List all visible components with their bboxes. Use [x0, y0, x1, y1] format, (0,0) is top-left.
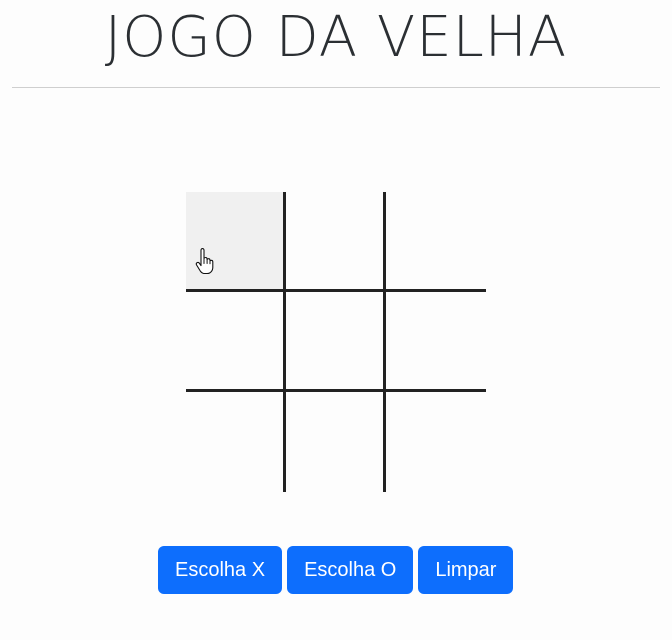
- board-cell-1[interactable]: [186, 192, 286, 292]
- choose-x-button[interactable]: Escolha X: [158, 546, 283, 594]
- board-cell-2[interactable]: [286, 192, 386, 292]
- board-cell-5[interactable]: [286, 292, 386, 392]
- board-cell-8[interactable]: [286, 392, 386, 492]
- title-divider: [12, 87, 660, 88]
- page-title: JOGO DA VELHA: [104, 5, 568, 70]
- board-cell-7[interactable]: [186, 392, 286, 492]
- board-cell-4[interactable]: [186, 292, 286, 392]
- game-board: [186, 192, 486, 492]
- hand-pointer-cursor-icon: [195, 248, 214, 274]
- clear-button[interactable]: Limpar: [418, 546, 514, 594]
- choose-o-button[interactable]: Escolha O: [287, 546, 414, 594]
- control-buttons: Escolha X Escolha O Limpar: [158, 546, 514, 594]
- board-cell-9[interactable]: [386, 392, 486, 492]
- board-cell-3[interactable]: [386, 192, 486, 292]
- board-cell-6[interactable]: [386, 292, 486, 392]
